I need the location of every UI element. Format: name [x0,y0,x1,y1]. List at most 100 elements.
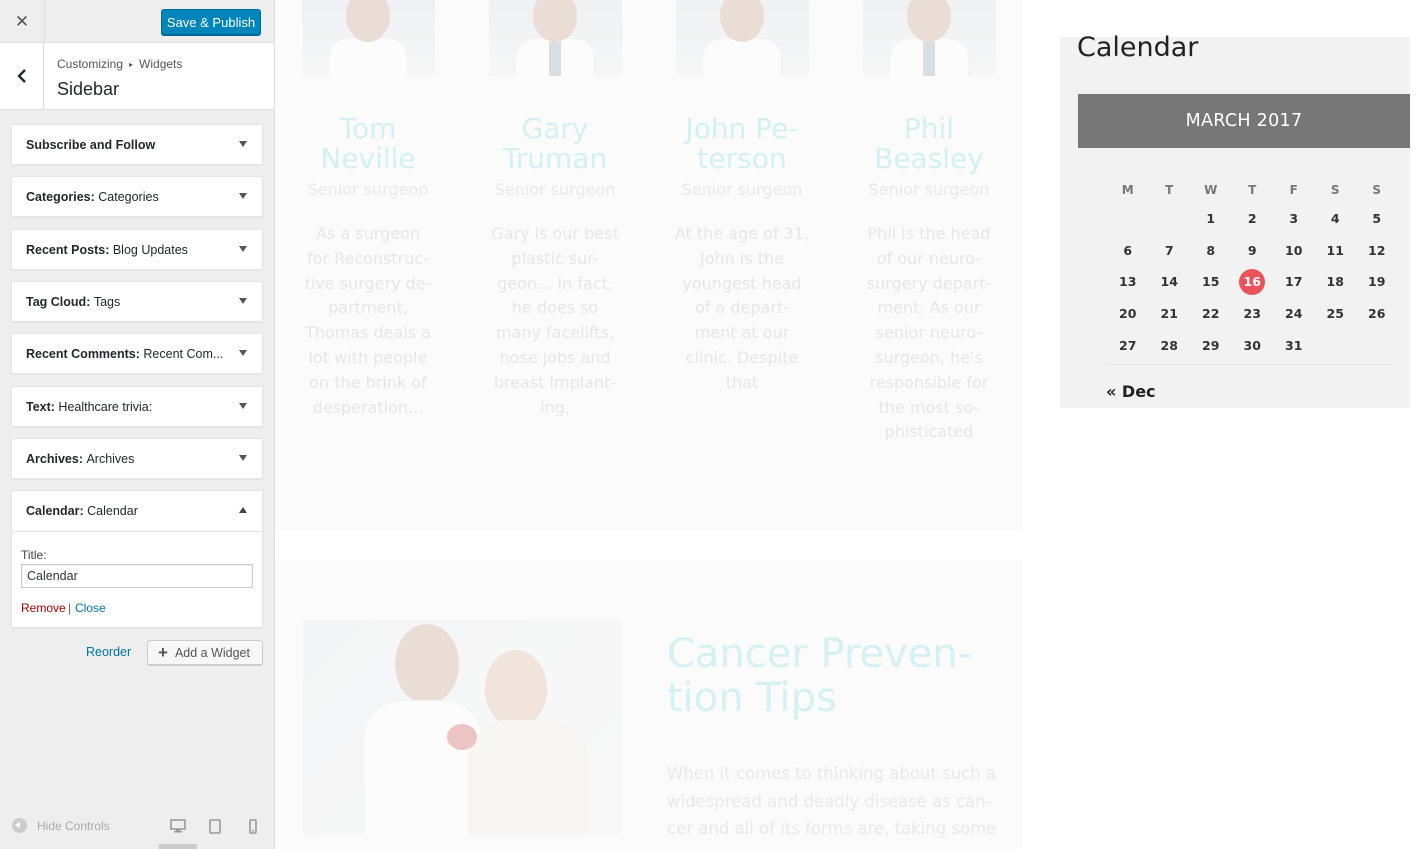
expand-arrow-icon[interactable] [239,350,247,356]
calendar-day-number: 30 [1243,337,1261,353]
calendar-day-number: 2 [1247,211,1257,227]
widget-subtitle: Healthcare trivia: [58,400,153,414]
add-widget-button[interactable]: + Add a Widget [147,640,263,665]
calendar-day-number: 4 [1330,211,1340,227]
calendar-day-number: 14 [1160,274,1178,290]
expand-arrow-icon[interactable] [239,298,247,304]
calendar-day-number: 31 [1285,337,1303,353]
calendar-day-number: 13 [1119,274,1137,290]
widget-calendar-expanded: Calendar: Calendar Title: Remove | Close [11,490,263,628]
close-link[interactable]: Close [75,601,106,615]
expand-arrow-icon[interactable] [239,193,247,199]
weekday-row: MTWTFSS [1107,177,1398,203]
hide-controls-button[interactable]: Hide Controls [12,818,110,833]
collapse-arrow-icon[interactable] [239,507,247,513]
tablet-preview-icon[interactable] [209,819,221,834]
widget-subtitle: Categories [98,190,159,204]
hide-controls-label: Hide Controls [37,818,110,833]
expand-arrow-icon[interactable] [239,455,247,461]
weekday-label: W [1204,183,1218,197]
calendar-day-number: 21 [1160,306,1178,322]
calendar-week: 13 14 15 16 17 18 19 [1107,266,1398,298]
back-button[interactable] [0,43,44,109]
widget-calendar-header[interactable]: Calendar: Calendar [12,491,262,532]
calendar-day: 7 [1149,235,1191,267]
calendar-days: 1 2 3 4 5 6 7 8 9 10 11 12 13 14 15 16 17 18 19 20 21 22 23 24 2… [1107,203,1398,361]
calendar-day: 13 [1107,266,1149,298]
widget-subtitle: Calendar [87,504,138,518]
widget-tag-cloud[interactable]: Tag Cloud: Tags [11,281,263,322]
previous-month-link[interactable]: « Dec [1106,382,1156,401]
calendar-day-number: 9 [1247,242,1257,258]
doctor-photo [863,0,996,76]
calendar-month: MARCH 2017 [1078,94,1410,148]
customizer-footer: Hide Controls [0,805,274,849]
plus-icon: + [158,643,168,662]
breadcrumb-customizing: Customizing [57,57,124,71]
calendar-day: 27 [1107,329,1149,361]
calendar-day: 12 [1356,235,1398,267]
calendar-day: 30 [1232,329,1274,361]
calendar-day: 19 [1356,266,1398,298]
close-customizer-button[interactable]: ✕ [0,0,45,43]
weekday-label: T [1248,183,1257,197]
calendar-week: 20 21 22 23 24 25 26 [1107,298,1398,330]
mobile-preview-icon[interactable] [249,819,257,834]
calendar-grid: MTWTFSS 1 2 3 4 5 6 7 8 9 10 11 12 13 14 15 16 17 18 19 20 2… [1107,177,1398,361]
calendar-day: 16 [1232,266,1274,298]
widget-recent-comments[interactable]: Recent Comments: Recent Com... [11,333,263,374]
expand-arrow-icon[interactable] [239,141,247,147]
expand-arrow-icon[interactable] [239,403,247,409]
doctor-name: Tom Neville [320,112,416,175]
calendar-day-number: 18 [1326,274,1344,290]
calendar-day: 21 [1149,298,1191,330]
weekday-label: S [1330,183,1340,197]
widget-categories[interactable]: Categories: Categories [11,176,263,217]
calendar-week: 6 7 8 9 10 11 12 [1107,235,1398,267]
remove-link[interactable]: Remove [21,601,66,615]
article-excerpt: When it comes to thinking about such a w… [667,764,997,838]
calendar-divider [1107,364,1393,365]
doctor-role: Senior surgeon [868,180,990,199]
calendar-day-number: 28 [1160,337,1178,353]
weekday-label: M [1121,183,1134,197]
widget-archives[interactable]: Archives: Archives [11,438,263,479]
calendar-day: 1 [1190,203,1232,235]
article-title[interactable]: Cancer Preven- tion Tips [667,632,1017,720]
calendar-day: 25 [1315,298,1357,330]
desktop-preview-icon[interactable] [170,819,186,833]
save-publish-button[interactable]: Save & Publish [161,9,261,35]
calendar-day: 8 [1190,235,1232,267]
calendar-day: 20 [1107,298,1149,330]
customizer-panel: ✕ Save & Publish Customizing ▸ Widgets Sid… [0,0,275,849]
calendar-day-number: 24 [1285,306,1303,322]
calendar-day-number: 19 [1368,274,1386,290]
weekday-label: T [1165,183,1174,197]
close-icon: ✕ [14,11,30,31]
calendar-day-number: 5 [1372,211,1382,227]
customizer-header: ✕ Save & Publish [0,0,274,43]
expand-arrow-icon[interactable] [239,246,247,252]
reorder-link[interactable]: Reorder [86,645,131,659]
calendar-day: 11 [1315,235,1357,267]
calendar-day: 15 [1190,266,1232,298]
widget-recent-posts[interactable]: Recent Posts: Blog Updates [11,229,263,270]
doctor-bio: Phil is the head of our neuro- surgery d… [866,224,992,442]
calendar-day: 29 [1190,329,1232,361]
doctor-role: Senior surgeon [681,180,803,199]
widget-subscribe-follow[interactable]: Subscribe and Follow [11,124,263,165]
calendar-day: 28 [1149,329,1191,361]
calendar-day-number: 25 [1326,306,1344,322]
title-input[interactable] [21,564,253,588]
calendar-week: 1 2 3 4 5 [1107,203,1398,235]
widget-name: Text [26,400,51,414]
doctor-bio: Gary is our best plastic sur- geon... In… [491,224,619,417]
calendar-day-number: 10 [1285,242,1303,258]
calendar-day-number: 15 [1202,274,1220,290]
doctor-photo [489,0,622,76]
widget-text[interactable]: Text: Healthcare trivia: [11,386,263,427]
section-header: Customizing ▸ Widgets Sidebar [0,43,274,110]
calendar-today: 16 [1239,268,1266,295]
weekday-label: F [1289,183,1298,197]
doctor-bio: At the age of 31, John is the youngest h… [674,224,810,392]
